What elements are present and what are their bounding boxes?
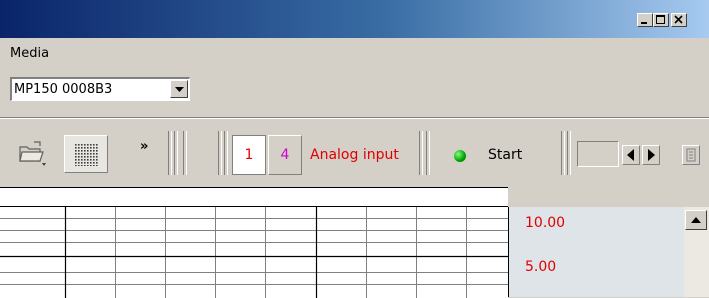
maximize-icon xyxy=(656,15,665,24)
toolbar-grip xyxy=(426,131,430,175)
position-field[interactable] xyxy=(577,141,619,167)
vertical-scrollbar[interactable] xyxy=(684,207,709,297)
open-file-button[interactable] xyxy=(18,139,48,167)
menu-media[interactable]: Media xyxy=(10,46,49,61)
chevron-down-icon xyxy=(175,87,184,92)
marker-button[interactable] xyxy=(682,145,700,165)
arrow-right-icon xyxy=(648,149,655,161)
toolbar-grip xyxy=(419,131,423,175)
close-icon xyxy=(674,15,683,24)
marker-icon xyxy=(686,148,696,162)
toolbar-grip xyxy=(567,131,571,175)
maximize-button[interactable] xyxy=(653,13,669,27)
folder-icon xyxy=(19,141,46,166)
chart-area: 10.00 5.00 xyxy=(0,187,709,298)
minimize-button[interactable] xyxy=(637,13,653,27)
channel-1-button[interactable]: 1 xyxy=(232,135,266,175)
graph-gridlines xyxy=(0,207,508,298)
grid-icon xyxy=(75,144,99,166)
menu-bar: Media xyxy=(0,39,709,67)
next-button[interactable] xyxy=(642,145,660,165)
start-button[interactable]: Start xyxy=(488,147,522,163)
arrow-up-icon xyxy=(691,217,701,223)
scale-panel: 10.00 5.00 xyxy=(508,207,684,297)
scale-lower-value: 5.00 xyxy=(525,259,557,275)
toolbar-grip xyxy=(224,131,228,175)
dropdown-arrow-button[interactable] xyxy=(170,80,188,98)
device-select-value: MP150 0008B3 xyxy=(14,82,113,97)
arrow-left-icon xyxy=(627,149,634,161)
grid-toggle-button[interactable] xyxy=(64,135,108,173)
previous-button[interactable] xyxy=(622,145,640,165)
more-tools-icon[interactable]: » xyxy=(140,139,148,154)
device-select[interactable]: MP150 0008B3 xyxy=(10,77,190,101)
status-led-icon xyxy=(454,150,466,162)
channel-4-button[interactable]: 4 xyxy=(268,135,302,175)
toolbar-grip xyxy=(218,131,222,175)
device-bar: MP150 0008B3 xyxy=(0,67,709,118)
scale-upper-value: 10.00 xyxy=(525,215,566,231)
close-button[interactable] xyxy=(671,13,687,27)
graph-window[interactable] xyxy=(0,187,508,298)
channel-label: Analog input xyxy=(310,147,399,163)
toolbar-grip xyxy=(168,131,172,175)
toolbar-separator xyxy=(183,131,187,175)
title-bar xyxy=(0,0,709,39)
toolbar-grip xyxy=(561,131,565,175)
toolbar: » 1 4 Analog input Start xyxy=(0,118,709,187)
toolbar-grip xyxy=(174,131,178,175)
scroll-up-button[interactable] xyxy=(685,210,707,230)
minimize-icon xyxy=(641,22,647,24)
